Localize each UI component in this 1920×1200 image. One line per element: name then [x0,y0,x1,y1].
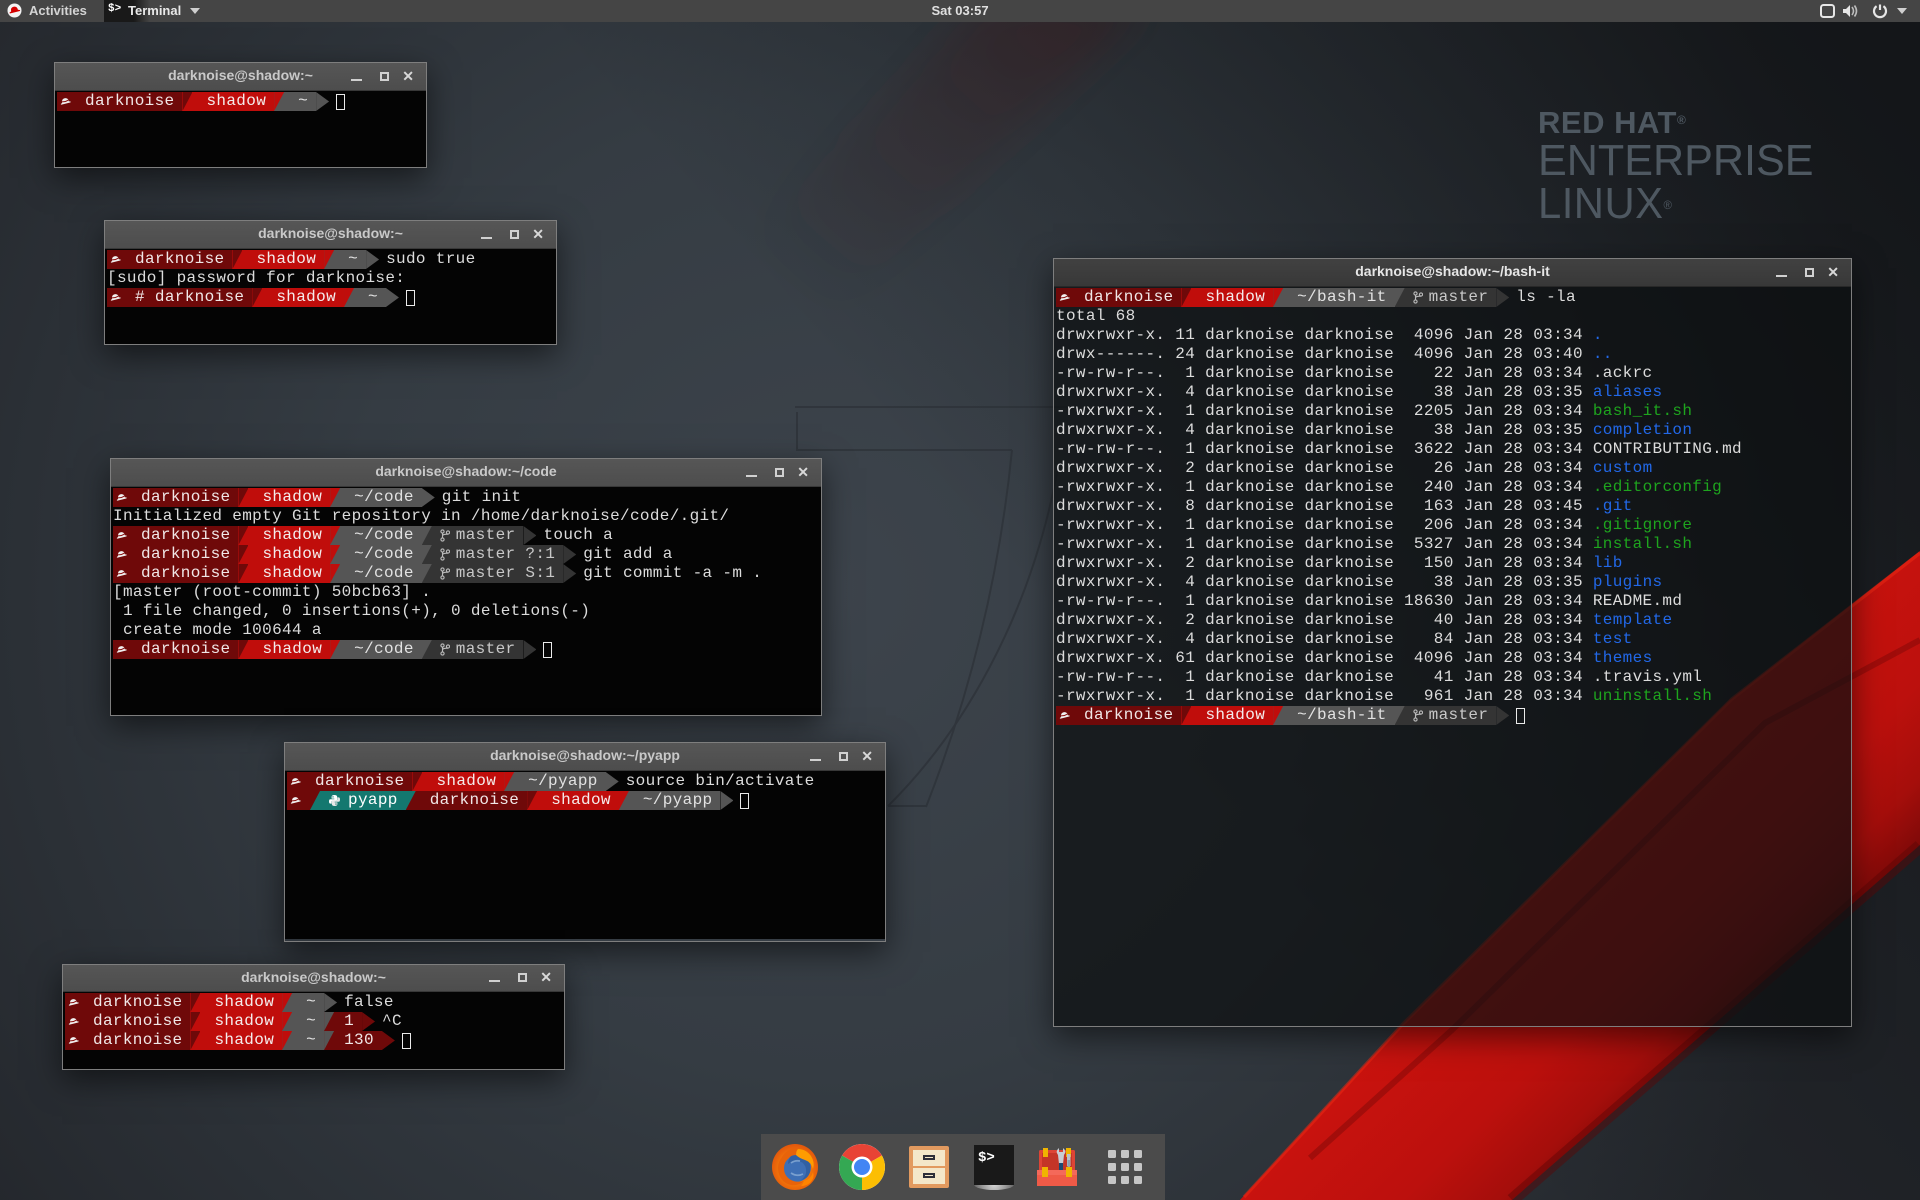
svg-text:$>: $> [978,1150,995,1166]
